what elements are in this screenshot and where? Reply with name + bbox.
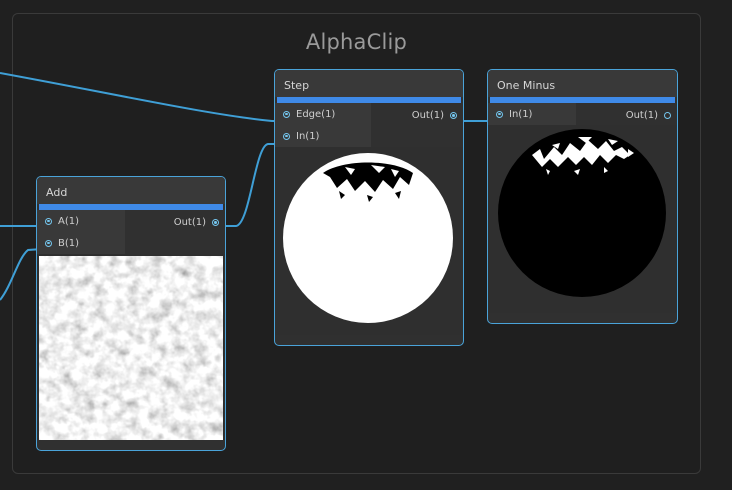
output-port-icon[interactable] bbox=[450, 112, 457, 119]
output-port-icon[interactable] bbox=[664, 112, 671, 119]
step-output[interactable]: Out(1) bbox=[412, 110, 457, 121]
noise-preview-image bbox=[39, 256, 223, 440]
input-port-icon[interactable] bbox=[45, 239, 52, 247]
step-input-in[interactable]: In(1) bbox=[275, 125, 371, 147]
step-output-ports: Out(1) bbox=[371, 103, 463, 147]
input-port-icon[interactable] bbox=[283, 132, 290, 140]
one-minus-preview-sphere bbox=[498, 129, 666, 297]
add-input-b-label: B(1) bbox=[58, 237, 80, 249]
step-node-ports: Edge(1) In(1) Out(1) bbox=[275, 103, 463, 147]
step-input-edge-label: Edge(1) bbox=[296, 108, 336, 120]
add-output-ports: Out(1) bbox=[125, 210, 225, 254]
step-node[interactable]: Step Edge(1) In(1) Out(1) bbox=[274, 69, 464, 346]
add-node-ports: A(1) B(1) Out(1) bbox=[37, 210, 225, 254]
step-input-in-label: In(1) bbox=[296, 130, 320, 142]
output-port-icon[interactable] bbox=[212, 219, 219, 226]
step-preview bbox=[275, 147, 463, 335]
one-minus-input-in-label: In(1) bbox=[509, 108, 533, 120]
step-output-label: Out(1) bbox=[411, 110, 444, 121]
add-output[interactable]: Out(1) bbox=[174, 217, 219, 228]
add-node[interactable]: Add A(1) B(1) Out(1) bbox=[36, 176, 226, 451]
input-port-icon[interactable] bbox=[283, 110, 290, 118]
add-input-ports: A(1) B(1) bbox=[37, 210, 125, 254]
add-input-a[interactable]: A(1) bbox=[37, 210, 125, 232]
one-minus-output[interactable]: Out(1) bbox=[626, 110, 671, 121]
step-input-edge[interactable]: Edge(1) bbox=[275, 103, 371, 125]
add-input-b[interactable]: B(1) bbox=[37, 232, 125, 254]
add-input-a-label: A(1) bbox=[58, 215, 80, 227]
one-minus-input-in[interactable]: In(1) bbox=[488, 103, 576, 125]
add-node-title: Add bbox=[37, 177, 225, 204]
one-minus-output-ports: Out(1) bbox=[576, 103, 677, 125]
one-minus-node-title: One Minus bbox=[488, 70, 677, 97]
step-preview-sphere bbox=[283, 153, 453, 323]
add-preview bbox=[37, 254, 225, 440]
one-minus-preview bbox=[488, 125, 677, 313]
one-minus-node[interactable]: One Minus In(1) Out(1) bbox=[487, 69, 678, 324]
one-minus-input-ports: In(1) bbox=[488, 103, 576, 125]
add-output-label: Out(1) bbox=[173, 217, 206, 228]
step-node-title: Step bbox=[275, 70, 463, 97]
one-minus-node-ports: In(1) Out(1) bbox=[488, 103, 677, 125]
input-port-icon[interactable] bbox=[45, 217, 52, 225]
step-input-ports: Edge(1) In(1) bbox=[275, 103, 371, 147]
input-port-icon[interactable] bbox=[496, 110, 503, 118]
one-minus-output-label: Out(1) bbox=[625, 110, 658, 121]
group-title: AlphaClip bbox=[305, 30, 408, 54]
